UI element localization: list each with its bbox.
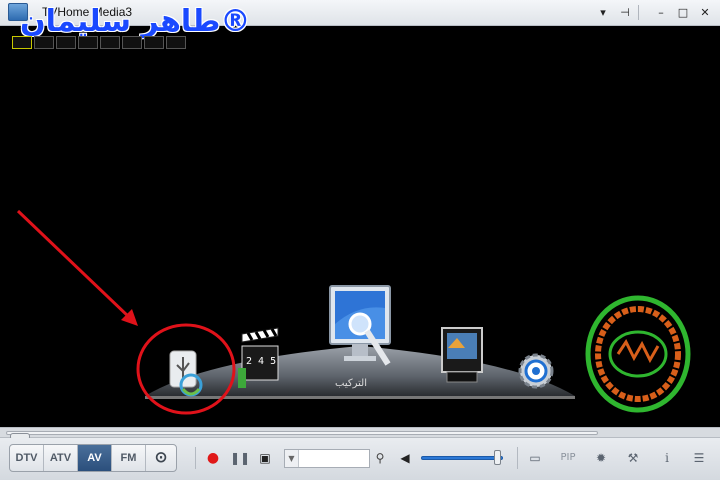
source-dtv-button[interactable]: DTV bbox=[10, 445, 44, 471]
wrench-icon[interactable]: ⚒ bbox=[624, 449, 642, 467]
photo-frame-icon[interactable] bbox=[439, 326, 485, 386]
close-button[interactable]: ✕ bbox=[696, 4, 714, 21]
mini-tool-8-icon[interactable] bbox=[166, 36, 186, 49]
watermark-text: طاهر سليمان® bbox=[20, 4, 251, 39]
monitor-magnifier-icon[interactable] bbox=[328, 284, 392, 372]
mini-tool-2-icon[interactable] bbox=[34, 36, 54, 49]
channel-input[interactable]: ▼ bbox=[284, 449, 370, 468]
mini-tool-6-icon[interactable] bbox=[122, 36, 142, 49]
source-selector: DTV ATV AV FM ⊙ bbox=[9, 444, 177, 472]
volume-slider[interactable] bbox=[421, 456, 503, 460]
info-icon[interactable]: i bbox=[660, 449, 674, 467]
brightness-icon[interactable]: ✹ bbox=[592, 449, 610, 467]
clapperboard-icon[interactable]: 2 4 5 bbox=[236, 324, 282, 390]
control-bar: DTV ATV AV FM ⊙ ● ❚❚ ▣ ▼ ⚲ ◀ ▭ PIP ✹ ⚒ i… bbox=[0, 438, 720, 480]
camera-icon[interactable]: ▣ bbox=[256, 449, 274, 467]
source-av-button[interactable]: AV bbox=[78, 445, 112, 471]
volume-thumb[interactable] bbox=[494, 450, 501, 465]
gear-icon[interactable] bbox=[516, 347, 556, 397]
speaker-icon[interactable]: ◀ bbox=[398, 449, 412, 467]
mini-tool-7-icon[interactable] bbox=[144, 36, 164, 49]
control-divider bbox=[195, 447, 196, 469]
display-icon[interactable]: ▭ bbox=[526, 449, 544, 467]
control-divider bbox=[517, 447, 518, 469]
playlist-icon[interactable]: ☰ bbox=[690, 449, 708, 467]
setup-label: التركيب bbox=[335, 378, 367, 389]
svg-text:2 4 5: 2 4 5 bbox=[246, 356, 276, 367]
tvhome-media-window: TVHome Media3 ▾ ⊣ – □ ✕ طاهر سليمان® 2 4… bbox=[0, 0, 720, 480]
mini-tool-1-icon[interactable] bbox=[12, 36, 32, 49]
seek-track[interactable] bbox=[6, 431, 598, 440]
mini-tool-4-icon[interactable] bbox=[78, 36, 98, 49]
play-circle-icon[interactable]: ⊙ bbox=[146, 445, 176, 471]
seek-bar[interactable] bbox=[0, 427, 720, 440]
record-icon[interactable]: ● bbox=[205, 449, 221, 467]
titlebar-divider bbox=[638, 5, 639, 20]
pin-icon[interactable]: ⊣ bbox=[616, 4, 634, 21]
maximize-button[interactable]: □ bbox=[674, 4, 692, 21]
minimize-button[interactable]: – bbox=[652, 4, 670, 21]
mini-tool-3-icon[interactable] bbox=[56, 36, 76, 49]
source-fm-button[interactable]: FM bbox=[112, 445, 146, 471]
pause-icon[interactable]: ❚❚ bbox=[230, 449, 250, 467]
dropdown-menu-icon[interactable]: ▾ bbox=[594, 4, 612, 21]
usb-drive-icon[interactable] bbox=[163, 345, 211, 401]
search-icon[interactable]: ⚲ bbox=[371, 449, 389, 467]
mini-tool-5-icon[interactable] bbox=[100, 36, 120, 49]
pip-button[interactable]: PIP bbox=[556, 449, 580, 467]
mini-toolbar bbox=[12, 36, 186, 50]
stamp-logo-icon bbox=[585, 295, 691, 413]
source-atv-button[interactable]: ATV bbox=[44, 445, 78, 471]
channel-dropdown-icon[interactable]: ▼ bbox=[285, 450, 299, 467]
